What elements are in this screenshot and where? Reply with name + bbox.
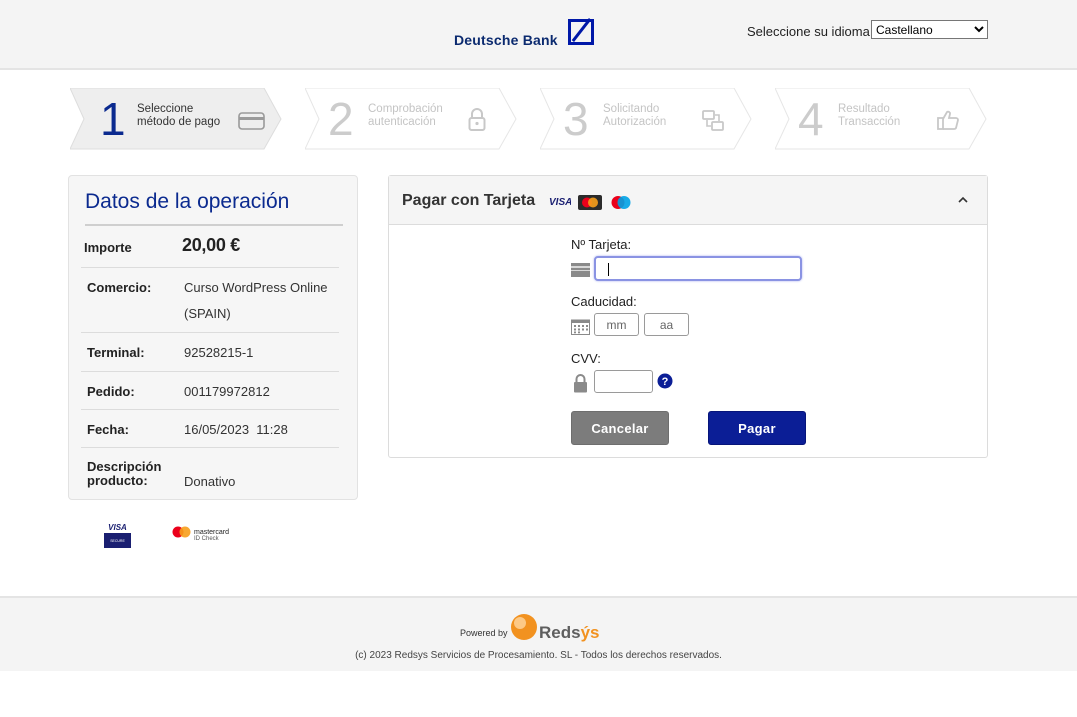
- copyright-text: (c) 2023 Redsys Servicios de Procesamien…: [355, 650, 722, 661]
- expiry-month-input[interactable]: mm: [594, 313, 639, 336]
- card-panel-title: Pagar con Tarjeta: [402, 192, 536, 209]
- visa-secure-logo-icon: VISA SECURE: [104, 523, 131, 548]
- card-number-label: Nº Tarjeta:: [571, 237, 632, 252]
- terminal-label: Terminal:: [87, 345, 145, 360]
- deutsche-bank-logo-icon: [568, 19, 594, 45]
- step-label-line2: método de pago: [137, 116, 221, 128]
- step-label: Solicitando Autorización: [603, 103, 666, 129]
- description-label-line2: producto:: [87, 473, 148, 488]
- cvv-input[interactable]: [594, 370, 653, 393]
- step-number: 4: [798, 93, 824, 145]
- step-1: 1 Seleccione método de pago: [70, 88, 282, 150]
- mastercard-text: mastercard: [194, 529, 229, 536]
- pay-button[interactable]: Pagar: [708, 411, 806, 445]
- maestro-logo-icon: [611, 196, 631, 209]
- row-divider: [81, 409, 339, 410]
- bank-name: Deutsche Bank: [454, 32, 558, 48]
- amount-value: 20,00 €: [182, 235, 240, 255]
- transfer-icon: [702, 110, 724, 131]
- step-label-line1: Seleccione: [137, 103, 194, 115]
- id-check-text: ID Check: [194, 536, 220, 542]
- merchant-value-line1: Curso WordPress Online: [184, 280, 328, 295]
- expiry-label: Caducidad:: [571, 294, 637, 309]
- row-divider: [81, 267, 339, 268]
- step-label-line1: Resultado: [838, 103, 890, 115]
- card-icon: [571, 263, 590, 277]
- card-panel-header[interactable]: Pagar con Tarjeta VISA: [389, 176, 987, 225]
- cvv-label: CVV:: [571, 351, 601, 366]
- step-label-line2: Transacción: [838, 116, 901, 128]
- step-label-line2: Autorización: [603, 116, 667, 128]
- visa-logo-icon: VISA: [549, 197, 571, 206]
- page-footer: Powered by Redsýs (c) 2023 Redsys Servic…: [0, 596, 1077, 671]
- order-value: 001179972812: [184, 384, 270, 399]
- language-label: Seleccione su idioma: [747, 24, 870, 39]
- credit-card-icon: [238, 112, 265, 130]
- visa-logo-text: VISA: [549, 197, 571, 206]
- help-icon-glyph: ?: [662, 376, 669, 388]
- year-placeholder: aa: [659, 318, 674, 332]
- merchant-value-line2: (SPAIN): [184, 306, 231, 321]
- terminal-value: 92528215-1: [184, 345, 254, 360]
- visa-secure-text: VISA: [108, 523, 127, 532]
- merchant-label: Comercio:: [87, 280, 152, 295]
- description-value: Donativo: [184, 474, 236, 489]
- cancel-button[interactable]: Cancelar: [571, 411, 669, 445]
- operation-data-panel: Datos de la operación Importe 20,00 € Co…: [68, 175, 358, 500]
- step-label-line2: autenticación: [368, 116, 436, 128]
- title-divider: [85, 224, 343, 226]
- date-value: 16/05/2023 11:28: [184, 422, 288, 437]
- row-divider: [81, 447, 339, 448]
- mastercard-id-check-logo-icon: mastercard ID Check: [172, 526, 229, 542]
- step-number: 3: [563, 93, 589, 145]
- step-label: Resultado Transacción: [838, 103, 900, 129]
- redsys-logo-icon: [511, 614, 537, 640]
- redsys-brand-name: Redsýs: [539, 623, 600, 643]
- redsys-brand-part2: ýs: [580, 623, 600, 642]
- step-label-line1: Solicitando: [603, 103, 660, 115]
- description-label: Descripción producto:: [87, 460, 161, 488]
- row-divider: [81, 371, 339, 372]
- calendar-icon: [571, 319, 590, 335]
- visa-secure-subtext: SECURE: [110, 539, 125, 543]
- row-divider: [81, 332, 339, 333]
- date-label: Fecha:: [87, 422, 129, 437]
- step-label: Comprobación autenticación: [368, 103, 443, 129]
- step-3: 3 Solicitando Autorización: [540, 88, 752, 150]
- mastercard-logo-icon: [578, 195, 602, 210]
- help-icon[interactable]: ?: [657, 373, 673, 389]
- card-payment-panel: Pagar con Tarjeta VISA Nº Tarjeta: Caduc…: [388, 175, 988, 458]
- operation-title: Datos de la operación: [85, 190, 290, 213]
- powered-by-text: Powered by: [460, 628, 508, 638]
- step-label-line1: Comprobación: [368, 103, 443, 115]
- lock-icon: [468, 108, 486, 131]
- text-caret: [608, 263, 609, 276]
- redsys-brand-part1: Reds: [539, 623, 581, 642]
- chevron-up-icon[interactable]: [957, 194, 969, 206]
- expiry-year-input[interactable]: aa: [644, 313, 689, 336]
- step-2: 2 Comprobación autenticación: [305, 88, 517, 150]
- padlock-icon: [574, 374, 587, 393]
- step-number: 2: [328, 93, 354, 145]
- month-placeholder: mm: [606, 318, 627, 332]
- language-select[interactable]: Castellano: [871, 20, 988, 39]
- order-label: Pedido:: [87, 384, 135, 399]
- step-4: 4 Resultado Transacción: [775, 88, 987, 150]
- thumbs-up-icon: [937, 110, 959, 130]
- step-label: Seleccione método de pago: [137, 103, 220, 129]
- card-number-input[interactable]: [594, 256, 802, 281]
- page-header: Deutsche Bank Seleccione su idioma Caste…: [0, 0, 1077, 70]
- amount-label: Importe: [84, 240, 132, 255]
- step-number: 1: [100, 93, 126, 145]
- description-label-line1: Descripción: [87, 459, 162, 474]
